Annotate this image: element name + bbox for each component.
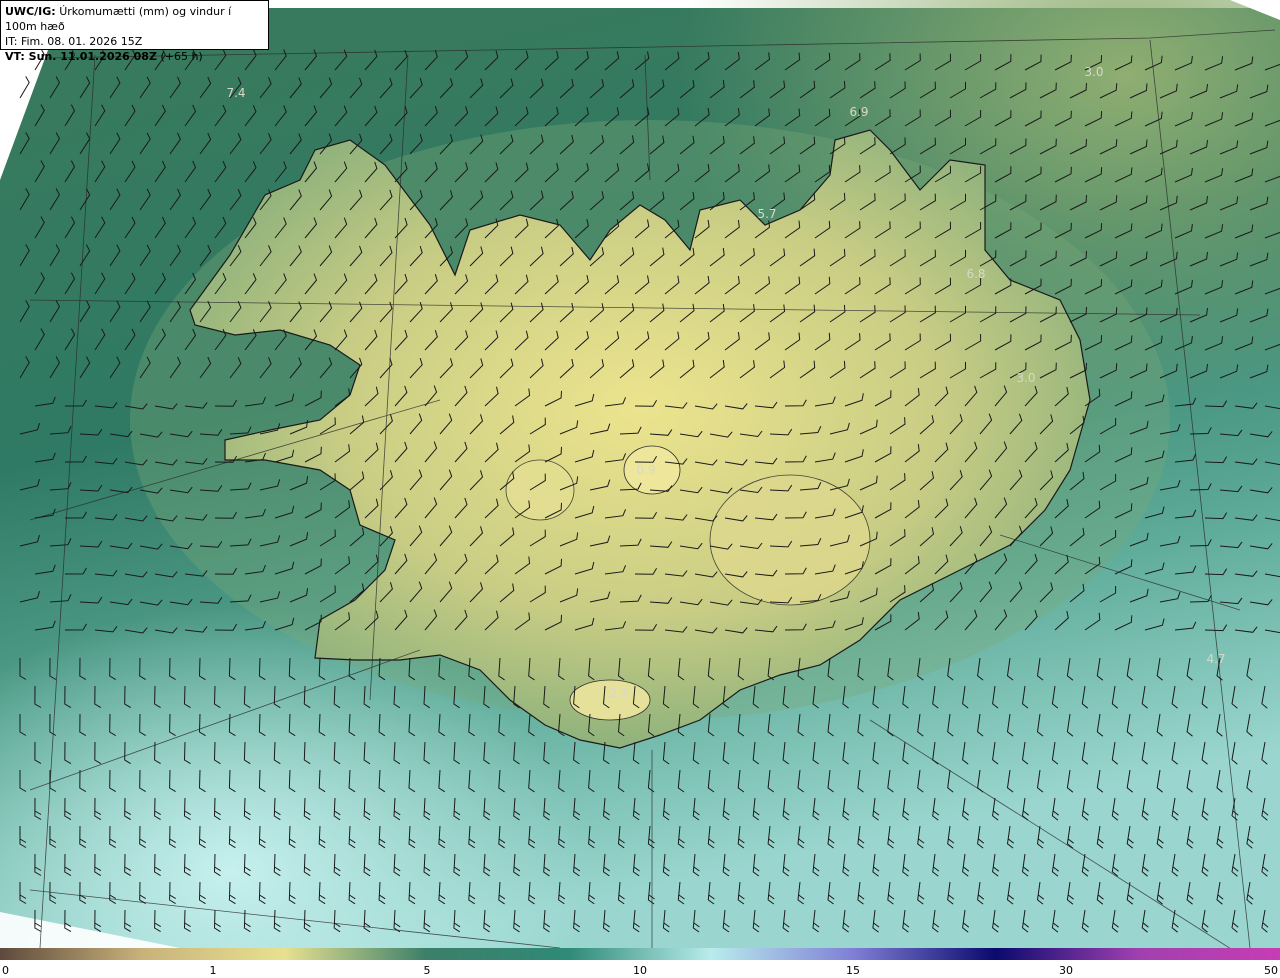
value-label: 2.2 — [609, 686, 628, 700]
forecast-hour: (+65 h) — [160, 50, 203, 63]
value-label: 0.9 — [636, 463, 655, 477]
valid-time: VT: Sun. 11.01.2026 08Z — [5, 50, 157, 63]
colorbar-tick: 15 — [846, 964, 860, 977]
model-label: UWC/IG: — [5, 5, 56, 18]
value-label: 7.4 — [226, 86, 245, 100]
value-label: 5.7 — [757, 207, 776, 221]
initial-time: IT: Fim. 08. 01. 2026 15Z — [5, 35, 143, 48]
colorbar-tick: 5 — [423, 964, 431, 977]
colorbar-ticks: 0 1 5 10 15 30 50 — [0, 960, 1280, 978]
value-label: 3.0 — [1016, 371, 1035, 385]
value-label: 6.8 — [966, 267, 985, 281]
colorbar-tick: 50 — [1264, 964, 1278, 977]
colorbar-tick: 10 — [633, 964, 647, 977]
vatnajokull — [709, 474, 871, 606]
value-label: 4.7 — [1206, 652, 1225, 666]
colorbar-tick: 30 — [1059, 964, 1073, 977]
value-label: 6.9 — [849, 105, 868, 119]
value-label: 3.0 — [1084, 65, 1103, 79]
colorbar-tick: 1 — [209, 964, 217, 977]
forecast-map: 7.4 6.9 5.7 3.0 6.8 3.0 4.7 0.9 2.2 — [0, 0, 1280, 948]
colorbar-tick: 0 — [2, 964, 9, 977]
colorbar — [0, 948, 1280, 960]
langjokull — [505, 459, 575, 521]
title-line: UWC/IG: Úrkomumætti (mm) og vindur í 100… — [5, 4, 264, 34]
map-info-box: UWC/IG: Úrkomumætti (mm) og vindur í 100… — [0, 0, 269, 63]
valid-time-line: VT: Sun. 11.01.2026 08Z (+65 h) — [5, 49, 264, 64]
